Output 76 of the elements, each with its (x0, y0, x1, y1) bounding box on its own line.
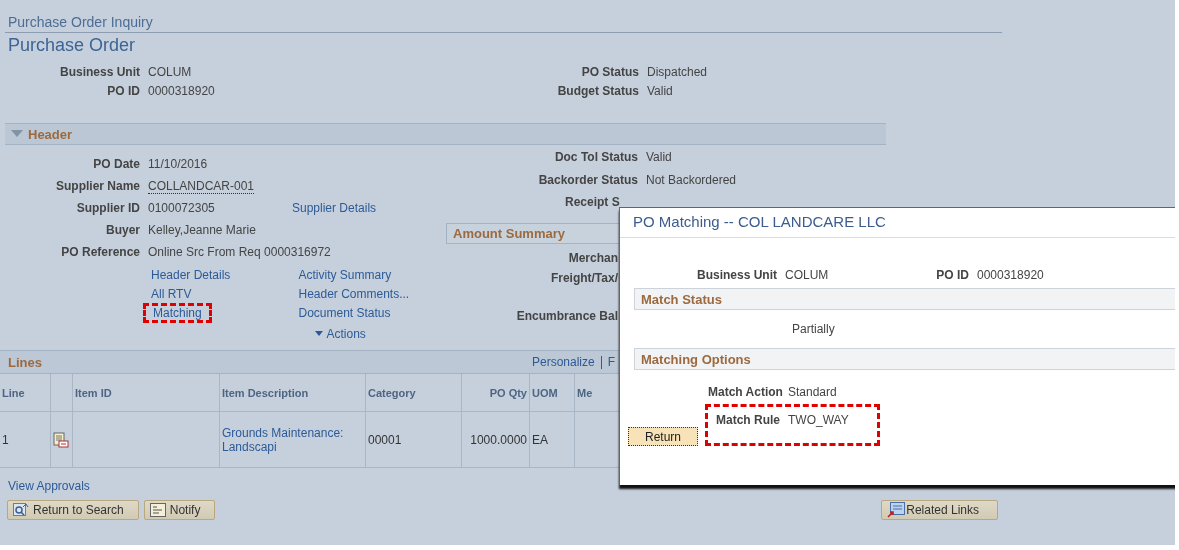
return-button[interactable]: Return (628, 427, 698, 446)
document-icon[interactable] (53, 431, 69, 448)
header-link[interactable]: All RTV (151, 287, 192, 301)
table-cell: 00001 (368, 432, 402, 447)
field-label: PO ID (935, 268, 970, 284)
field-label: PO Reference (60, 245, 141, 259)
field-value: Valid (646, 150, 672, 165)
view-approvals-link[interactable]: View Approvals (8, 479, 90, 495)
table-cell[interactable]: Grounds Maintenance: Landscapi (222, 425, 363, 454)
section-title: Lines (8, 354, 43, 370)
supplier-details-link[interactable]: Supplier Details (292, 201, 377, 215)
page-title: Purchase Order (7, 34, 137, 57)
field-value: 0000318920 (148, 84, 216, 100)
header-section-toggle[interactable]: Header (5, 123, 886, 145)
field-label: Encumbrance Bal (516, 307, 618, 325)
matching-link[interactable]: Matching (153, 306, 202, 320)
section-title: Matching Options (641, 351, 751, 367)
field-label: Match Rule (715, 413, 781, 427)
notify-button[interactable]: Notify (143, 500, 216, 520)
header-link[interactable]: Activity Summary (298, 268, 392, 282)
field-value: 0000318920 (977, 268, 1045, 284)
field-value: Standard (788, 385, 838, 399)
related-links-button[interactable]: Related Links (881, 500, 998, 520)
table-cell: EA (532, 432, 548, 447)
field-label: Match Action (708, 385, 784, 399)
search-icon (13, 502, 29, 518)
column-header[interactable]: Category (368, 386, 416, 399)
field-value: 11/10/2016 (148, 157, 208, 171)
match-status-value: Partially (791, 322, 836, 338)
column-header[interactable]: Me (577, 386, 593, 399)
column-header[interactable]: Item Description (222, 386, 309, 399)
field-value: Dispatched (647, 65, 709, 81)
field-label: Budget Status (556, 84, 640, 100)
table-cell: 1000.0000 (470, 432, 527, 447)
field-label: Merchan (568, 249, 618, 267)
field-value: 0100072305 (148, 201, 215, 215)
dialog-title: PO Matching -- COL LANDCARE LLC (620, 208, 1175, 238)
collapse-triangle-icon (11, 130, 23, 138)
header-link[interactable]: Header Details (151, 268, 231, 282)
field-value: Valid (647, 84, 674, 100)
grid-toolbar-link[interactable]: F (607, 355, 616, 369)
field-label: PO Date (92, 157, 141, 171)
field-value: COLUM (785, 268, 830, 284)
field-label: Doc Tol Status (553, 150, 639, 165)
section-title: Amount Summary (453, 225, 565, 241)
column-header[interactable]: UOM (532, 386, 558, 399)
field-value: Kelley,Jeanne Marie (148, 223, 256, 237)
breadcrumb-title: Purchase Order Inquiry (5, 0, 1002, 33)
field-label: Buyer (105, 223, 141, 237)
field-label: Supplier ID (75, 201, 141, 215)
field-label: Business Unit (59, 65, 141, 81)
section-title: Match Status (641, 291, 722, 307)
grid-toolbar-link[interactable]: Personalize (532, 355, 595, 369)
column-header[interactable]: Item ID (75, 386, 112, 399)
supplier-name-link[interactable]: COLLANDCAR-001 (148, 179, 255, 194)
caret-icon (314, 331, 323, 336)
column-header[interactable]: Line (2, 386, 25, 399)
field-value: TWO_WAY (788, 413, 850, 427)
header-link[interactable]: Header Comments... (298, 287, 410, 301)
field-value: Not Backordered (646, 172, 737, 187)
table-cell: 1 (2, 432, 9, 447)
field-label: PO ID (106, 84, 141, 100)
link-list-icon (887, 502, 906, 518)
note-icon (149, 503, 166, 517)
field-label: Business Unit (696, 268, 778, 284)
field-label: Freight/Tax/ (550, 269, 618, 287)
field-label: Supplier Name (54, 179, 141, 193)
field-label: PO Status (580, 65, 640, 81)
actions-menu[interactable]: Actions (314, 326, 366, 341)
field-label: Backorder Status (537, 172, 639, 187)
header-link[interactable]: Document Status (298, 306, 391, 320)
return-to-search-button[interactable]: Return to Search (7, 500, 139, 520)
field-label: Receipt S (564, 195, 621, 210)
field-value: Online Src From Req 0000316972 (148, 245, 331, 259)
field-value: COLUM (148, 65, 193, 81)
column-header[interactable]: PO Qty (489, 386, 527, 399)
